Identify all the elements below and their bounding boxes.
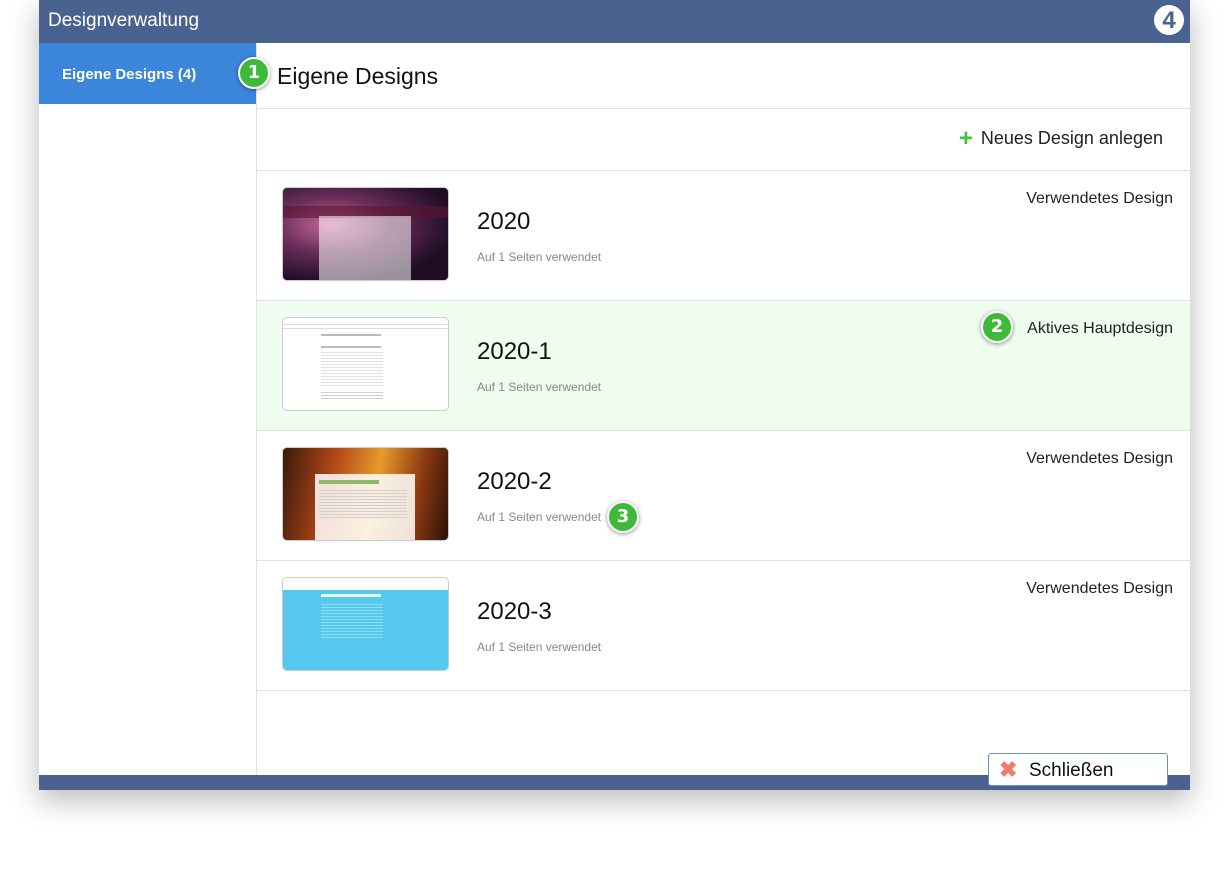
callout-badge-1: 1 xyxy=(238,57,270,89)
toolbar: + Neues Design anlegen xyxy=(257,109,1190,171)
design-name: 2020-1 xyxy=(477,338,552,365)
close-label: Schließen xyxy=(1029,760,1114,781)
sidebar-item-label: Eigene Designs (4) xyxy=(62,66,197,83)
design-name: 2020-3 xyxy=(477,598,552,625)
title-bar: Designverwaltung 4 xyxy=(39,0,1190,43)
design-manager-window: Designverwaltung 4 Eigene Designs (4) Ei… xyxy=(39,0,1190,790)
new-design-label: Neues Design anlegen xyxy=(980,128,1163,148)
design-status: Verwendetes Design xyxy=(1026,580,1173,597)
app-logo-icon: 4 xyxy=(1154,5,1184,35)
design-thumbnail[interactable] xyxy=(282,447,449,541)
design-name: 2020 xyxy=(477,208,531,235)
sidebar: Eigene Designs (4) xyxy=(39,43,257,775)
design-status: Verwendetes Design xyxy=(1026,450,1173,467)
design-name: 2020-2 xyxy=(477,468,552,495)
callout-badge-3: 3 xyxy=(607,501,639,533)
window-title: Designverwaltung xyxy=(48,10,200,31)
main-header: Eigene Designs xyxy=(257,43,1190,109)
close-icon: ✖ xyxy=(999,757,1018,782)
design-row[interactable]: 2020-2 Auf 1 Seiten verwendet Verwendete… xyxy=(257,431,1190,561)
design-thumbnail[interactable] xyxy=(282,317,449,411)
design-usage: Auf 1 Seiten verwendet xyxy=(477,380,602,394)
page-title: Eigene Designs xyxy=(277,63,439,89)
design-status: Aktives Hauptdesign xyxy=(1027,320,1173,337)
main-panel: Eigene Designs + Neues Design anlegen 202… xyxy=(257,43,1190,775)
plus-icon: + xyxy=(958,125,973,152)
design-usage: Auf 1 Seiten verwendet xyxy=(477,640,602,654)
design-row[interactable]: 2020-1 Auf 1 Seiten verwendet Aktives Ha… xyxy=(257,301,1190,431)
callout-badge-2: 2 xyxy=(981,311,1013,343)
close-button[interactable]: ✖ Schließen xyxy=(988,753,1168,786)
design-row[interactable]: 2020 Auf 1 Seiten verwendet Verwendetes … xyxy=(257,171,1190,301)
design-usage: Auf 1 Seiten verwendet xyxy=(477,250,602,264)
new-design-button[interactable]: + Neues Design anlegen xyxy=(958,125,1163,152)
design-status: Verwendetes Design xyxy=(1026,190,1173,207)
sidebar-item-own-designs[interactable]: Eigene Designs (4) xyxy=(39,43,256,104)
design-thumbnail[interactable] xyxy=(282,577,449,671)
design-usage: Auf 1 Seiten verwendet xyxy=(477,510,602,524)
design-row[interactable]: 2020-3 Auf 1 Seiten verwendet Verwendete… xyxy=(257,561,1190,691)
design-thumbnail[interactable] xyxy=(282,187,449,281)
